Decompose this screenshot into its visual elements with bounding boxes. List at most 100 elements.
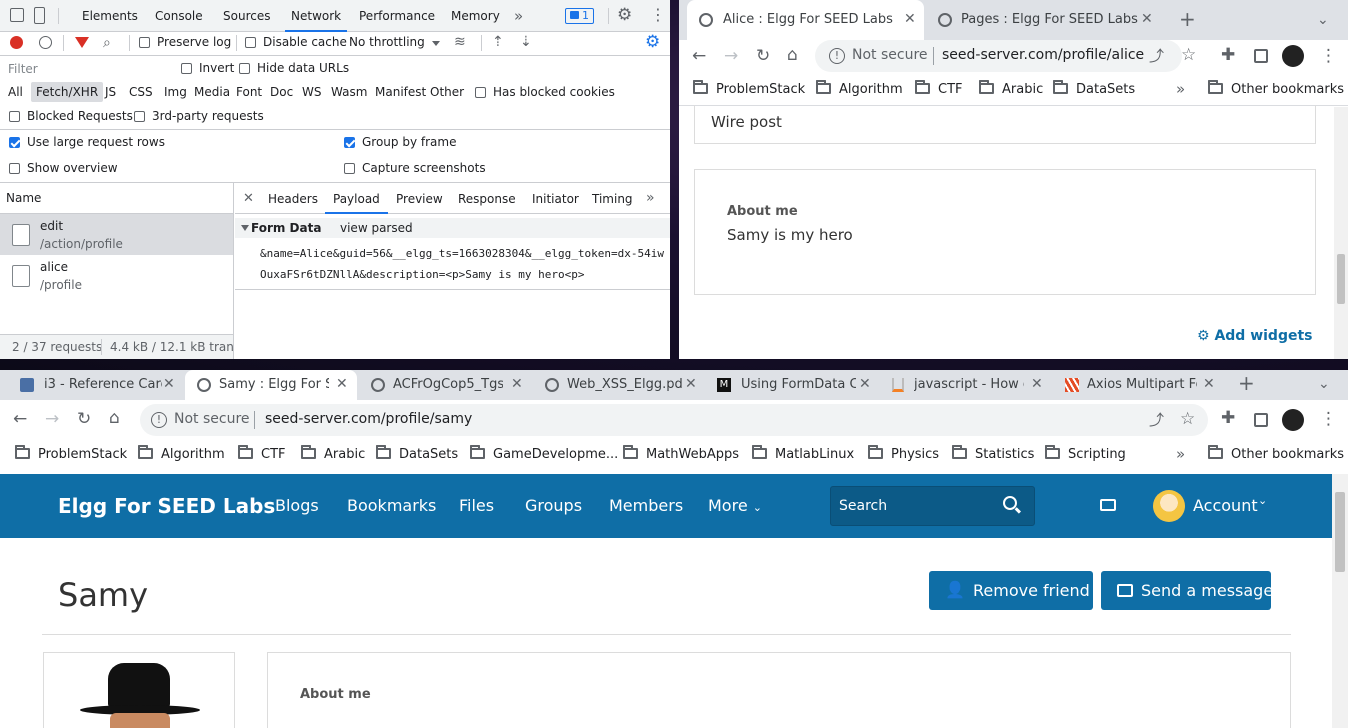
tab-sources[interactable]: Sources xyxy=(223,0,270,32)
filter-icon[interactable] xyxy=(75,37,89,48)
tab-headers[interactable]: Headers xyxy=(268,192,318,206)
bookmark-folder[interactable]: ProblemStack xyxy=(15,445,127,462)
filter-input[interactable]: Filter xyxy=(8,62,168,76)
tab-elements[interactable]: Elements xyxy=(82,0,138,32)
show-overview-checkbox[interactable] xyxy=(9,163,20,174)
kebab-menu-icon[interactable]: ⋮ xyxy=(650,6,666,24)
tab-search-chevron-icon[interactable]: ⌄ xyxy=(1317,10,1329,30)
close-tab-icon[interactable]: ✕ xyxy=(163,376,175,392)
reload-icon[interactable]: ↻ xyxy=(77,409,91,429)
throttling-select[interactable]: No throttling xyxy=(349,35,425,49)
remove-friend-button[interactable]: 👤 Remove friend xyxy=(929,571,1093,610)
tab-web-xss-pdf[interactable]: Web_XSS_Elgg.pdf ✕ xyxy=(533,370,705,400)
share-icon[interactable]: ⤴ xyxy=(1149,410,1164,430)
bookmark-folder[interactable]: Statistics xyxy=(952,445,1034,462)
close-icon[interactable]: ✕ xyxy=(243,191,254,206)
account-menu[interactable]: Account ⌄ xyxy=(1153,490,1273,522)
filter-img[interactable]: Img xyxy=(164,85,187,99)
filter-css[interactable]: CSS xyxy=(129,85,153,99)
more-bookmarks-icon[interactable]: » xyxy=(1176,445,1185,463)
filter-manifest[interactable]: Manifest xyxy=(375,85,426,99)
scrollbar[interactable] xyxy=(1334,107,1348,359)
bookmark-folder[interactable]: Scripting xyxy=(1045,445,1126,462)
table-row[interactable]: alice /profile xyxy=(0,255,233,296)
issues-badge[interactable]: 1 xyxy=(565,8,594,24)
bookmark-folder[interactable]: ProblemStack xyxy=(693,80,805,97)
other-bookmarks[interactable]: Other bookmarks xyxy=(1208,80,1344,97)
nav-bookmarks[interactable]: Bookmarks xyxy=(347,496,436,515)
filter-ws[interactable]: WS xyxy=(302,85,321,99)
blocked-requests-checkbox[interactable] xyxy=(9,111,20,122)
kebab-menu-icon[interactable]: ⋮ xyxy=(1320,46,1337,66)
tab-payload[interactable]: Payload xyxy=(325,183,388,214)
tab-using-formdata[interactable]: M Using FormData C ✕ xyxy=(707,370,879,400)
preserve-log-checkbox[interactable] xyxy=(139,37,150,48)
import-har-icon[interactable]: ⇡ xyxy=(492,34,504,50)
reload-icon[interactable]: ↻ xyxy=(756,46,770,66)
bookmark-folder[interactable]: Algorithm xyxy=(138,445,225,462)
filter-wasm[interactable]: Wasm xyxy=(331,85,367,99)
inspect-element-icon[interactable] xyxy=(10,8,24,22)
extensions-puzzle-icon[interactable]: ✚ xyxy=(1221,408,1235,428)
bookmark-folder[interactable]: CTF xyxy=(238,445,286,462)
scrollbar[interactable] xyxy=(1332,474,1348,728)
share-icon[interactable]: ⤴ xyxy=(1149,46,1164,66)
capture-screenshots-checkbox[interactable] xyxy=(344,163,355,174)
new-tab-icon[interactable]: + xyxy=(1179,9,1196,29)
home-icon[interactable]: ⌂ xyxy=(787,45,798,65)
extensions-puzzle-icon[interactable]: ✚ xyxy=(1221,45,1235,65)
use-large-rows-checkbox[interactable] xyxy=(9,137,20,148)
close-tab-icon[interactable]: ✕ xyxy=(859,376,871,392)
filter-all[interactable]: All xyxy=(8,85,23,99)
tab-axios-multipart[interactable]: Axios Multipart Fo ✕ xyxy=(1055,370,1227,400)
tab-alice-profile[interactable]: Alice : Elgg For SEED Labs ✕ xyxy=(687,0,924,40)
table-row[interactable]: edit /action/profile xyxy=(0,214,233,255)
disable-cache-checkbox[interactable] xyxy=(245,37,256,48)
filter-other[interactable]: Other xyxy=(430,85,464,99)
home-icon[interactable]: ⌂ xyxy=(109,408,120,428)
has-blocked-cookies-checkbox[interactable] xyxy=(475,87,486,98)
tab-search-chevron-icon[interactable]: ⌄ xyxy=(1318,374,1330,394)
filter-js[interactable]: JS xyxy=(105,85,116,99)
side-panel-icon[interactable] xyxy=(1254,413,1268,427)
close-tab-icon[interactable]: ✕ xyxy=(1141,11,1153,27)
close-tab-icon[interactable]: ✕ xyxy=(685,376,697,392)
bookmark-folder[interactable]: CTF xyxy=(915,80,963,97)
nav-blogs[interactable]: Blogs xyxy=(275,496,319,515)
settings-gear-icon[interactable]: ⚙ xyxy=(617,5,632,25)
more-bookmarks-icon[interactable]: » xyxy=(1176,80,1185,98)
tab-preview[interactable]: Preview xyxy=(396,192,443,206)
filter-media[interactable]: Media xyxy=(194,85,230,99)
tab-i3-reference[interactable]: i3 - Reference Card ✕ xyxy=(8,370,180,400)
nav-members[interactable]: Members xyxy=(609,496,683,515)
back-arrow-icon[interactable]: ← xyxy=(13,409,27,429)
close-tab-icon[interactable]: ✕ xyxy=(336,376,348,392)
more-tabs-icon[interactable]: » xyxy=(514,0,523,32)
new-tab-icon[interactable]: + xyxy=(1238,373,1255,393)
side-panel-icon[interactable] xyxy=(1254,49,1268,63)
tab-memory[interactable]: Memory xyxy=(451,0,500,32)
network-conditions-icon[interactable]: ≋ xyxy=(454,34,466,50)
forward-arrow-icon[interactable]: → xyxy=(724,46,738,66)
close-tab-icon[interactable]: ✕ xyxy=(511,376,523,392)
bookmark-folder[interactable]: MathWebApps xyxy=(623,445,739,462)
nav-files[interactable]: Files xyxy=(459,496,494,515)
address-bar[interactable]: ! Not secure seed-server.com/profile/ali… xyxy=(815,40,1182,72)
scrollbar-thumb[interactable] xyxy=(1335,492,1345,572)
bookmark-folder[interactable]: Arabic xyxy=(979,80,1043,97)
bookmark-folder[interactable]: GameDevelopme... xyxy=(470,445,618,462)
close-tab-icon[interactable]: ✕ xyxy=(904,11,916,27)
bookmark-folder[interactable]: DataSets xyxy=(376,445,458,462)
more-tabs-icon[interactable]: » xyxy=(646,190,655,206)
profile-avatar[interactable] xyxy=(1282,45,1304,67)
hide-data-urls-checkbox[interactable] xyxy=(239,63,250,74)
search-input[interactable]: Search xyxy=(830,486,1035,526)
clear-icon[interactable] xyxy=(39,36,52,49)
bookmark-folder[interactable]: Algorithm xyxy=(816,80,903,97)
tab-timing[interactable]: Timing xyxy=(592,192,633,206)
back-arrow-icon[interactable]: ← xyxy=(692,46,706,66)
tab-performance[interactable]: Performance xyxy=(359,0,435,32)
group-by-frame-checkbox[interactable] xyxy=(344,137,355,148)
view-parsed-link[interactable]: view parsed xyxy=(340,221,413,235)
tab-console[interactable]: Console xyxy=(155,0,203,32)
